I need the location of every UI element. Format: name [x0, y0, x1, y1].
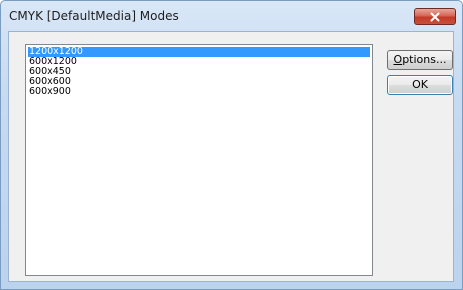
list-item[interactable]: 1200x1200: [28, 47, 370, 57]
dialog-client-area: 1200x1200 600x1200 600x450 600x600 600x9…: [8, 31, 454, 282]
close-icon: [430, 12, 440, 22]
list-item[interactable]: 600x450: [28, 67, 370, 77]
list-item[interactable]: 600x1200: [28, 57, 370, 67]
list-item[interactable]: 600x900: [28, 87, 370, 97]
title-bar[interactable]: CMYK [DefaultMedia] Modes: [1, 1, 462, 31]
close-button[interactable]: [414, 8, 456, 25]
options-mnemonic: O: [393, 53, 403, 66]
modes-listbox[interactable]: 1200x1200 600x1200 600x450 600x600 600x9…: [25, 44, 373, 276]
ok-button-label: OK: [412, 78, 428, 91]
dialog-window: CMYK [DefaultMedia] Modes 1200x1200 600x…: [0, 0, 463, 290]
options-button-label: ptions...: [402, 53, 447, 66]
list-item[interactable]: 600x600: [28, 77, 370, 87]
ok-button[interactable]: OK: [387, 75, 453, 95]
window-title: CMYK [DefaultMedia] Modes: [9, 9, 179, 23]
options-button[interactable]: Options...: [387, 50, 453, 70]
